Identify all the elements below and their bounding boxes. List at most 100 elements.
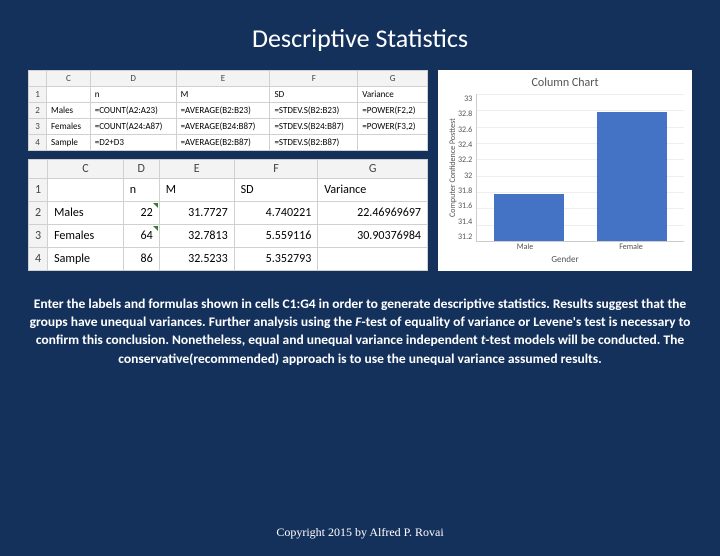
cell: 22.46969697 — [318, 202, 428, 225]
cell: Females — [48, 225, 124, 248]
cell: SD — [234, 179, 318, 202]
values-table: C D E F G 1 n M SD Variance 2 Males — [28, 159, 428, 271]
values-sheet: C D E F G 1 n M SD Variance 2 Males — [28, 159, 428, 271]
ytick: 31.6 — [458, 201, 472, 211]
col-c: C — [47, 71, 91, 87]
spreadsheets-column: C D E F G 1 n M SD Variance 2 Males — [28, 70, 428, 271]
col-d: D — [123, 160, 159, 179]
table-row: 2 Males =COUNT(A2:A23) =AVERAGE(B2:B23) … — [29, 103, 428, 119]
cell: M — [176, 87, 270, 103]
cell: SD — [270, 87, 358, 103]
corner-cell — [29, 71, 47, 87]
column-chart: Column Chart Computer Confidence Posttes… — [438, 70, 692, 271]
col-g: G — [358, 71, 428, 87]
row-num: 1 — [29, 87, 47, 103]
formula-sheet: C D E F G 1 n M SD Variance 2 Males — [28, 70, 428, 151]
xtick: Female — [578, 242, 684, 252]
row-num: 4 — [29, 248, 48, 271]
cell: =POWER(F2,2) — [358, 103, 428, 119]
col-d: D — [90, 71, 176, 87]
cell: Females — [47, 119, 91, 135]
ytick: 32.8 — [458, 109, 472, 119]
cell: 4.740221 — [234, 202, 318, 225]
ytick: 31.2 — [458, 232, 472, 242]
cell: =COUNT(A24:A87) — [90, 119, 176, 135]
col-e: E — [159, 160, 234, 179]
cell — [47, 87, 91, 103]
table-row: 3 Females 64 32.7813 5.559116 30.9037698… — [29, 225, 428, 248]
cell: 64 — [123, 225, 159, 248]
copyright-text: Copyright 2015 by Alfred P. Rovai — [0, 525, 720, 540]
corner-cell — [29, 160, 48, 179]
x-axis-ticks: Male Female — [472, 242, 684, 252]
cell: =POWER(F3,2) — [358, 119, 428, 135]
cell: 32.5233 — [159, 248, 234, 271]
content-panels: C D E F G 1 n M SD Variance 2 Males — [28, 70, 692, 271]
col-g: G — [318, 160, 428, 179]
cell: 5.559116 — [234, 225, 318, 248]
cell: =D2+D3 — [90, 135, 176, 151]
cell: =COUNT(A2:A23) — [90, 103, 176, 119]
y-axis-ticks: 33 32.8 32.6 32.4 32.2 32 31.8 31.6 31.4… — [458, 94, 476, 242]
cell: =STDEV.S(B24:B87) — [270, 119, 358, 135]
col-f: F — [234, 160, 318, 179]
ytick: 32.6 — [458, 125, 472, 135]
ytick: 31.4 — [458, 217, 472, 227]
cell: =AVERAGE(B24:B87) — [176, 119, 270, 135]
slide-title: Descriptive Statistics — [160, 16, 560, 58]
cell — [48, 179, 124, 202]
cell: 30.90376984 — [318, 225, 428, 248]
cell: Variance — [358, 87, 428, 103]
cell: Sample — [48, 248, 124, 271]
ytick: 32 — [458, 171, 472, 181]
row-num: 3 — [29, 225, 48, 248]
row-num: 3 — [29, 119, 47, 135]
col-e: E — [176, 71, 270, 87]
col-f: F — [270, 71, 358, 87]
cell: 86 — [123, 248, 159, 271]
cell: Males — [48, 202, 124, 225]
cell: Males — [47, 103, 91, 119]
header-row: C D E F G — [29, 71, 428, 87]
bar-female — [597, 112, 667, 241]
xtick: Male — [472, 242, 578, 252]
row-num: 2 — [29, 103, 47, 119]
table-row: 2 Males 22 31.7727 4.740221 22.46969697 — [29, 202, 428, 225]
cell: 31.7727 — [159, 202, 234, 225]
ytick: 32.2 — [458, 155, 472, 165]
cell: 5.352793 — [234, 248, 318, 271]
col-c: C — [48, 160, 124, 179]
cell: =STDEV.S(B2:B23) — [270, 103, 358, 119]
cell: 22 — [123, 202, 159, 225]
table-row: 3 Females =COUNT(A24:A87) =AVERAGE(B24:B… — [29, 119, 428, 135]
ytick: 31.8 — [458, 186, 472, 196]
cell: M — [159, 179, 234, 202]
cell: Variance — [318, 179, 428, 202]
ytick: 33 — [458, 94, 472, 104]
bar-male — [494, 194, 564, 241]
ytick: 32.4 — [458, 140, 472, 150]
y-axis-label: Computer Confidence Posttest — [446, 94, 458, 242]
x-axis-label: Gender — [446, 254, 684, 265]
table-row: 1 n M SD Variance — [29, 179, 428, 202]
cell: n — [123, 179, 159, 202]
table-row: 1 n M SD Variance — [29, 87, 428, 103]
cell: =AVERAGE(B2:B23) — [176, 103, 270, 119]
header-row: C D E F G — [29, 160, 428, 179]
chart-body: Computer Confidence Posttest 33 32.8 32.… — [446, 94, 684, 242]
cell: Sample — [47, 135, 91, 151]
table-row: 4 Sample =D2+D3 =AVERAGE(B2:B87) =STDEV.… — [29, 135, 428, 151]
row-num: 1 — [29, 179, 48, 202]
cell — [358, 135, 428, 151]
cell — [318, 248, 428, 271]
cell: n — [90, 87, 176, 103]
cell: 32.7813 — [159, 225, 234, 248]
description-text: Enter the labels and formulas shown in c… — [28, 295, 692, 368]
row-num: 4 — [29, 135, 47, 151]
plot-area — [476, 94, 684, 242]
table-row: 4 Sample 86 32.5233 5.352793 — [29, 248, 428, 271]
cell: =AVERAGE(B2:B87) — [176, 135, 270, 151]
formula-table: C D E F G 1 n M SD Variance 2 Males — [28, 70, 428, 151]
cell: =STDEV.S(B2:B87) — [270, 135, 358, 151]
row-num: 2 — [29, 202, 48, 225]
